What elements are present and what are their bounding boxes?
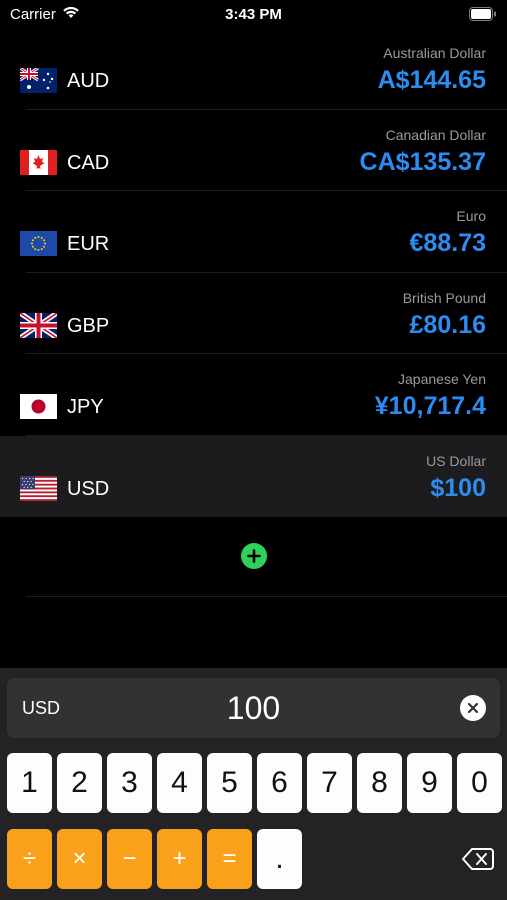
currency-amount: €88.73: [409, 229, 486, 257]
currency-amount: ¥10,717.4: [374, 392, 486, 420]
uk-flag-icon: [20, 312, 57, 338]
currency-row-aud[interactable]: AUD Australian Dollar A$144.65: [0, 28, 507, 110]
multiply-key[interactable]: ×: [57, 829, 102, 889]
currency-name: US Dollar: [426, 452, 486, 469]
australia-flag-icon: [20, 68, 57, 93]
currency-row-gbp[interactable]: GBP British Pound £80.16: [0, 273, 507, 354]
backspace-button[interactable]: [461, 844, 495, 874]
add-key[interactable]: +: [157, 829, 202, 889]
add-currency-row: [0, 515, 507, 597]
currency-name: Euro: [456, 208, 486, 224]
currency-row-jpy[interactable]: JPY Japanese Yen ¥10,717.4: [0, 354, 507, 436]
currency-amount: $100: [430, 473, 486, 502]
amount-input-display[interactable]: USD 100: [7, 678, 500, 738]
battery-icon: [469, 7, 497, 25]
currency-amount: £80.16: [409, 310, 486, 339]
currency-row-cad[interactable]: CAD Canadian Dollar CA$135.37: [0, 110, 507, 191]
key-3[interactable]: 3: [107, 753, 152, 813]
canada-flag-icon: [20, 149, 57, 175]
currency-name: Japanese Yen: [398, 371, 486, 387]
currency-amount: CA$135.37: [359, 147, 486, 176]
currency-row-usd[interactable]: USD US Dollar $100: [0, 435, 507, 517]
currency-code: CAD: [67, 151, 110, 174]
subtract-key[interactable]: −: [107, 829, 152, 889]
key-1[interactable]: 1: [7, 753, 52, 813]
japan-flag-icon: [20, 394, 57, 419]
key-7[interactable]: 7: [307, 753, 352, 813]
keypad-panel: USD 100 1 2 3 4 5 6 7 8 9 0 ÷ × − + = .: [0, 668, 507, 900]
currency-name: Australian Dollar: [383, 45, 486, 61]
currency-list: AUD Australian Dollar A$144.65 CAD Canad…: [0, 28, 507, 517]
currency-name: British Pound: [402, 289, 486, 306]
input-amount-value: 100: [226, 690, 281, 726]
currency-code: AUD: [67, 70, 110, 92]
currency-code: USD: [67, 477, 110, 500]
currency-code: EUR: [67, 233, 110, 255]
decimal-key[interactable]: .: [257, 829, 302, 889]
key-4[interactable]: 4: [157, 753, 202, 813]
key-0[interactable]: 0: [457, 753, 502, 813]
key-6[interactable]: 6: [257, 753, 302, 813]
currency-name: Canadian Dollar: [385, 126, 486, 143]
currency-code: GBP: [67, 314, 110, 337]
equals-key[interactable]: =: [207, 829, 252, 889]
status-bar: Carrier 3:43 PM: [0, 0, 507, 28]
clock: 3:43 PM: [225, 6, 282, 23]
add-currency-button[interactable]: [241, 543, 267, 569]
currency-row-eur[interactable]: EUR Euro €88.73: [0, 191, 507, 273]
currency-amount: A$144.65: [377, 66, 486, 94]
clear-button[interactable]: [460, 695, 486, 721]
key-5[interactable]: 5: [207, 753, 252, 813]
divide-key[interactable]: ÷: [7, 829, 52, 889]
backspace-icon: [462, 848, 494, 870]
currency-code: JPY: [67, 396, 104, 418]
close-icon: [467, 702, 479, 714]
key-2[interactable]: 2: [57, 753, 102, 813]
us-flag-icon: [20, 475, 57, 501]
key-8[interactable]: 8: [357, 753, 402, 813]
divider: [26, 596, 507, 597]
eu-flag-icon: [20, 231, 57, 256]
plus-icon: [247, 549, 261, 563]
key-9[interactable]: 9: [407, 753, 452, 813]
